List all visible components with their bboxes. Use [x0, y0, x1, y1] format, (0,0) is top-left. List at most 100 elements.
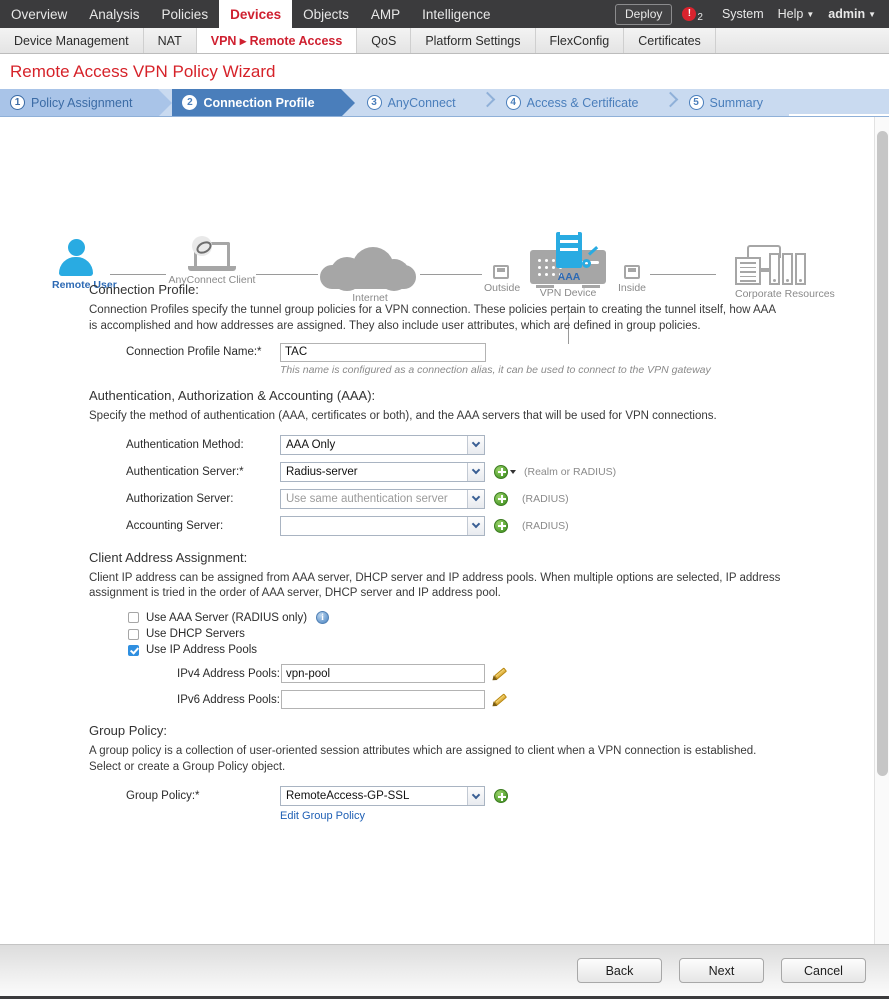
- scrollbar-thumb[interactable]: [877, 131, 888, 776]
- wizard-step-anyconnect[interactable]: 3 AnyConnect: [357, 89, 482, 116]
- wizard-step-connection-profile[interactable]: 2 Connection Profile: [172, 89, 355, 116]
- connection-profile-form: Connection Profile: Connection Profiles …: [0, 282, 889, 822]
- add-accounting-server-button[interactable]: [494, 518, 508, 533]
- ipv4-address-pools-input[interactable]: [281, 664, 485, 684]
- authentication-method-label: Authentication Method:: [126, 438, 244, 451]
- deploy-button[interactable]: Deploy: [615, 3, 673, 25]
- subnav-item-platform-settings[interactable]: Platform Settings: [411, 28, 536, 53]
- topnav-item-objects[interactable]: Objects: [292, 0, 360, 28]
- authentication-server-select[interactable]: Radius-server: [280, 461, 485, 482]
- step-label: AnyConnect: [387, 95, 456, 110]
- select-value: RemoteAccess-GP-SSL: [286, 790, 410, 803]
- topnav-item-analysis[interactable]: Analysis: [78, 0, 150, 28]
- alert-count: 2: [697, 12, 703, 23]
- ipv6-address-pools-label: IPv6 Address Pools:: [177, 693, 280, 706]
- step-number: 1: [10, 95, 25, 110]
- section-description-client-address: Client IP address can be assigned from A…: [89, 571, 781, 600]
- section-description-group-policy: A group policy is a collection of user-o…: [89, 745, 757, 774]
- connection-profile-name-hint: This name is configured as a connection …: [280, 363, 711, 376]
- chevron-down-icon: ▼: [806, 10, 815, 20]
- connection-profile-name-label: Connection Profile Name:*: [126, 346, 262, 359]
- add-authorization-server-button[interactable]: [494, 491, 508, 506]
- servers-icon: [735, 245, 806, 285]
- chevron-down-icon: [467, 435, 484, 454]
- info-icon[interactable]: i: [316, 611, 330, 625]
- checkbox-label: Use AAA Server (RADIUS only): [146, 611, 308, 624]
- edit-pencil-icon[interactable]: [490, 666, 508, 683]
- authorization-server-note: (RADIUS): [522, 492, 569, 505]
- link-line: [420, 274, 482, 275]
- accounting-server-select[interactable]: [280, 515, 485, 536]
- section-title-aaa: Authentication, Authorization & Accounti…: [89, 387, 376, 403]
- group-policy-select[interactable]: RemoteAccess-GP-SSL: [280, 786, 485, 807]
- add-group-policy-button[interactable]: [494, 789, 508, 804]
- select-value: Radius-server: [286, 465, 358, 478]
- topnav-right-group: Deploy ! 2 System Help ▼ admin ▼: [615, 0, 889, 28]
- checkbox-row-use-ip-address-pools[interactable]: Use IP Address Pools: [128, 644, 889, 656]
- wizard-step-access-certificate[interactable]: 4 Access & Certificate: [496, 89, 665, 116]
- step-chevron-icon: [482, 89, 496, 116]
- topology-node-anyconnect-client: AnyConnect Client: [162, 236, 262, 286]
- chevron-down-icon[interactable]: [510, 469, 516, 474]
- subnav-item-flexconfig[interactable]: FlexConfig: [536, 28, 625, 53]
- vertical-scrollbar[interactable]: [874, 117, 889, 947]
- step-number: 2: [182, 95, 198, 110]
- checkbox-label: Use DHCP Servers: [146, 628, 245, 641]
- use-dhcp-servers-checkbox[interactable]: [128, 628, 139, 640]
- sub-navigation-bar: Device Management NAT VPN ▸ Remote Acces…: [0, 28, 889, 54]
- system-menu[interactable]: System: [715, 7, 771, 21]
- topnav-item-intelligence[interactable]: Intelligence: [411, 0, 501, 28]
- authentication-method-select[interactable]: AAA Only: [280, 434, 485, 455]
- chevron-down-icon: [467, 489, 484, 508]
- topnav-item-amp[interactable]: AMP: [360, 0, 411, 28]
- use-ip-address-pools-checkbox[interactable]: [128, 644, 139, 656]
- help-menu[interactable]: Help ▼: [771, 7, 822, 21]
- section-title-client-address: Client Address Assignment:: [89, 549, 248, 565]
- wizard-step-policy-assignment[interactable]: 1 Policy Assignment: [0, 89, 173, 116]
- step-label: Access & Certificate: [526, 95, 639, 110]
- chevron-down-icon: ▼: [868, 10, 876, 20]
- wizard-step-summary[interactable]: 5 Summary: [679, 89, 789, 116]
- network-jack-icon: [493, 265, 509, 279]
- use-aaa-server-checkbox[interactable]: [128, 612, 139, 624]
- step-number: 3: [366, 95, 382, 110]
- back-button[interactable]: Back: [577, 958, 662, 983]
- page-title: Remote Access VPN Policy Wizard: [0, 54, 889, 89]
- step-chevron-icon: [665, 89, 679, 116]
- step-label: Policy Assignment: [31, 95, 133, 110]
- cancel-button[interactable]: Cancel: [781, 958, 866, 983]
- link-line: [110, 274, 166, 275]
- wizard-step-bar: 1 Policy Assignment 2 Connection Profile…: [0, 89, 889, 117]
- ipv6-address-pools-input[interactable]: [281, 690, 485, 710]
- subnav-item-nat[interactable]: NAT: [144, 28, 197, 53]
- add-authentication-server-button[interactable]: [494, 464, 508, 479]
- wizard-footer: Back Next Cancel: [0, 944, 889, 999]
- authorization-server-label: Authorization Server:: [126, 492, 234, 505]
- checkbox-row-use-dhcp-servers[interactable]: Use DHCP Servers: [128, 628, 889, 640]
- link-line: [650, 274, 716, 275]
- authorization-server-select[interactable]: Use same authentication server: [280, 488, 485, 509]
- subnav-item-device-management[interactable]: Device Management: [0, 28, 144, 53]
- select-value: AAA Only: [286, 438, 336, 451]
- subnav-item-certificates[interactable]: Certificates: [624, 28, 716, 53]
- edit-group-policy-link[interactable]: Edit Group Policy: [280, 810, 365, 822]
- section-description-aaa: Specify the method of authentication (AA…: [89, 409, 717, 422]
- checkbox-row-use-aaa-server[interactable]: Use AAA Server (RADIUS only) i: [128, 611, 889, 625]
- next-button[interactable]: Next: [679, 958, 764, 983]
- edit-pencil-icon[interactable]: [490, 692, 508, 709]
- subnav-item-vpn-remote-access[interactable]: VPN ▸ Remote Access: [196, 28, 358, 53]
- topnav-item-devices[interactable]: Devices: [219, 0, 293, 28]
- topnav-item-policies[interactable]: Policies: [151, 0, 220, 28]
- subnav-item-qos[interactable]: QoS: [357, 28, 412, 53]
- chevron-down-icon: [467, 462, 484, 481]
- alert-badge[interactable]: ! 2: [682, 7, 703, 23]
- authentication-server-note: (Realm or RADIUS): [524, 465, 617, 478]
- authentication-server-label: Authentication Server:*: [126, 465, 244, 478]
- connection-profile-name-input[interactable]: [280, 342, 486, 362]
- step-label: Connection Profile: [203, 95, 315, 110]
- user-menu[interactable]: admin ▼: [821, 7, 883, 21]
- wizard-content-area: Remote User AnyConnect Client Internet O…: [0, 117, 889, 947]
- topnav-item-overview[interactable]: Overview: [0, 0, 78, 28]
- section-description-connection-profile: Connection Profiles specify the tunnel g…: [89, 304, 776, 332]
- anyconnect-logo-icon: [192, 236, 212, 256]
